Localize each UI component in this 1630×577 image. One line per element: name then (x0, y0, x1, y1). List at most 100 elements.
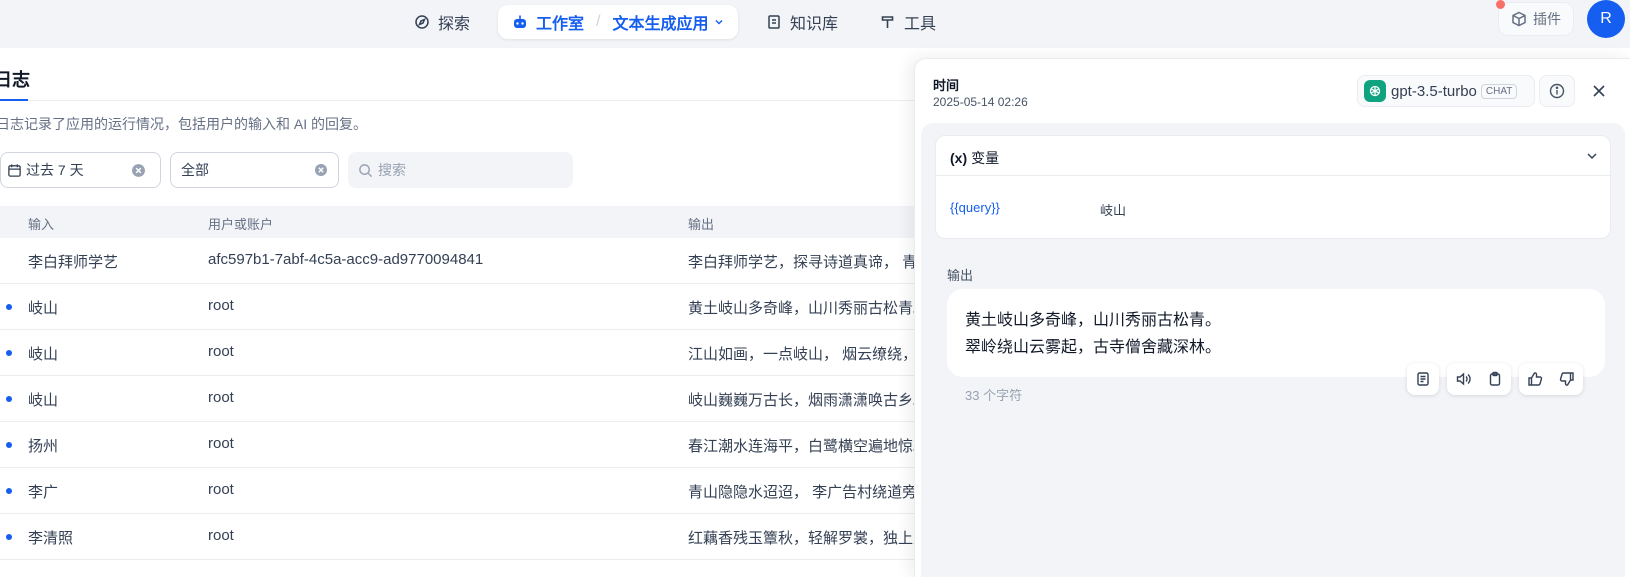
nav-explore-label: 探索 (438, 16, 471, 33)
period-filter-value: 过去 7 天 (26, 162, 84, 178)
avatar[interactable]: R (1587, 0, 1625, 38)
close-icon (1593, 85, 1605, 97)
drawer-body: (x) 变量 {{query}} 岐山 输出 黄土岐山多奇峰，山川秀丽古松青。 翠… (921, 123, 1625, 577)
model-mode-tag: CHAT (1480, 83, 1518, 99)
column-input: 输入 (28, 217, 55, 232)
table-row[interactable]: 扬州 root 春江潮水连海平，白鹭横空遍地惊。 (0, 422, 915, 468)
row-output: 青山隐隐水迢迢， 李广告村绕道旁 (688, 484, 915, 501)
dislike-button[interactable] (1551, 363, 1583, 395)
row-output: 江山如画，一点岐山， 烟云缭绕， (688, 346, 915, 363)
nav-app-selector[interactable]: 文本生成应用 (612, 10, 708, 34)
row-output: 黄土岐山多奇峰，山川秀丽古松青。 (688, 300, 915, 317)
output-line: 翠岭绕山云雾起，古寺僧舍藏深林。 (965, 339, 1222, 356)
top-navigation: 探索 工作室 / 文本生成应用 知识库 工具 插件 R (0, 0, 1630, 48)
calendar-icon (8, 163, 21, 177)
model-name: gpt-3.5-turbo (1391, 82, 1477, 100)
plugins-button[interactable]: 插件 (1498, 2, 1574, 36)
row-input: 岐山 (28, 300, 59, 317)
drawer-header: 时间 2025-05-14 02:26 gpt-3.5-turbo CHAT (915, 59, 1630, 123)
audio-copy-group (1447, 363, 1511, 395)
clear-icon[interactable] (314, 163, 328, 177)
clear-icon[interactable] (131, 163, 146, 178)
variables-title: (x) 变量 (950, 148, 999, 168)
clipboard-icon (1489, 371, 1501, 386)
active-tab-indicator (0, 99, 28, 101)
row-user: root (208, 481, 234, 498)
like-button[interactable] (1519, 363, 1551, 395)
row-input: 岐山 (28, 392, 59, 409)
nav-separator: / (596, 13, 601, 30)
nav-knowledge-label: 知识库 (790, 16, 839, 33)
row-input: 岐山 (28, 346, 59, 363)
row-input: 李清照 (28, 530, 74, 547)
output-label: 输出 (947, 268, 974, 283)
column-user: 用户或账户 (208, 217, 274, 232)
plugins-label: 插件 (1533, 11, 1561, 27)
table-row[interactable]: 李广 root 青山隐隐水迢迢， 李广告村绕道旁 (0, 468, 915, 514)
unread-dot (6, 350, 12, 356)
thumbs-up-icon (1528, 372, 1543, 386)
time-label: 时间 (933, 78, 960, 93)
hammer-icon (881, 16, 894, 28)
row-input: 李广 (28, 484, 59, 501)
table-row[interactable]: 岐山 root 江山如画，一点岐山， 烟云缭绕， (0, 330, 915, 376)
unread-dot (6, 488, 12, 494)
row-user: root (208, 343, 234, 360)
variable-value: 岐山 (1100, 203, 1127, 218)
status-filter[interactable]: 全部 (170, 152, 339, 188)
unread-dot (6, 442, 12, 448)
log-detail-drawer: 时间 2025-05-14 02:26 gpt-3.5-turbo CHAT (… (914, 58, 1630, 577)
search-placeholder: 搜索 (378, 162, 406, 178)
row-input: 李白拜师学艺 (28, 254, 119, 271)
info-icon (1549, 83, 1565, 99)
table-header: 输入 用户或账户 输出 (0, 206, 915, 238)
robot-icon (514, 15, 526, 28)
openai-icon (1364, 80, 1386, 102)
table-row[interactable]: 岐山 root 岐山巍巍万古长，烟雨潇潇唤古乡。 (0, 376, 915, 422)
variables-header[interactable]: (x) 变量 (936, 136, 1612, 176)
column-output: 输出 (688, 217, 715, 232)
logs-table: 输入 用户或账户 输出 李白拜师学艺 afc597b1-7abf-4c5a-acc… (0, 206, 915, 560)
log-button[interactable] (1407, 363, 1439, 395)
chevron-down-icon[interactable] (1584, 148, 1600, 164)
nav-explore[interactable]: 探索 (414, 5, 470, 39)
thumbs-down-icon (1559, 372, 1574, 386)
log-action-group (1407, 363, 1439, 395)
row-output: 红藕香残玉簟秋，轻解罗裳，独上兰 (688, 530, 915, 547)
character-count: 33 个字符 (965, 388, 1023, 403)
read-aloud-button[interactable] (1447, 363, 1479, 395)
search-icon (359, 163, 373, 177)
table-row[interactable]: 岐山 root 黄土岐山多奇峰，山川秀丽古松青。 (0, 284, 915, 330)
output-line: 黄土岐山多奇峰，山川秀丽古松青。 (965, 312, 1222, 329)
status-filter-value: 全部 (181, 162, 209, 178)
row-output: 岐山巍巍万古长，烟雨潇潇唤古乡。 (688, 392, 915, 409)
close-button[interactable] (1587, 79, 1611, 103)
info-button[interactable] (1539, 75, 1575, 107)
compass-icon (415, 15, 429, 29)
speaker-icon (1456, 372, 1471, 386)
model-badge[interactable]: gpt-3.5-turbo CHAT (1357, 75, 1535, 107)
row-user: root (208, 435, 234, 452)
page-title: 日志 (0, 70, 30, 90)
row-user: afc597b1-7abf-4c5a-acc9-ad9770094841 (208, 251, 484, 268)
variable-symbol: (x) (950, 150, 968, 166)
cube-icon (1512, 11, 1526, 27)
copy-button[interactable] (1479, 363, 1511, 395)
row-output: 李白拜师学艺，探寻诗道真谛， 青 (688, 254, 915, 271)
row-output: 春江潮水连海平，白鹭横空遍地惊。 (688, 438, 915, 455)
table-row[interactable]: 李清照 root 红藕香残玉簟秋，轻解罗裳，独上兰 (0, 514, 915, 560)
table-row[interactable]: 李白拜师学艺 afc597b1-7abf-4c5a-acc9-ad97700948… (0, 238, 915, 284)
nav-tools[interactable]: 工具 (880, 5, 936, 39)
search-input[interactable]: 搜索 (348, 152, 573, 188)
nav-knowledge[interactable]: 知识库 (766, 5, 838, 39)
chevron-down-icon (715, 20, 723, 25)
variable-key: {{query}} (950, 200, 1000, 215)
row-input: 扬州 (28, 438, 59, 455)
row-user: root (208, 389, 234, 406)
feedback-group (1519, 363, 1583, 395)
nav-studio[interactable]: 工作室 / 文本生成应用 (498, 5, 738, 39)
period-filter[interactable]: 过去 7 天 (0, 152, 161, 188)
unread-dot (6, 534, 12, 540)
row-user: root (208, 527, 234, 544)
nav-studio-label: 工作室 (536, 16, 585, 33)
